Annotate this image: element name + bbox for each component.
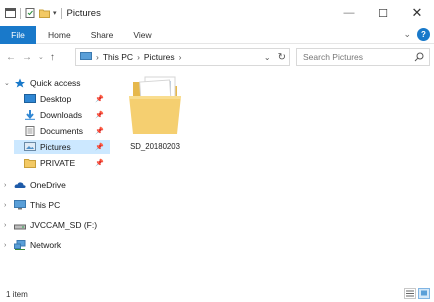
sidebar-item-label: Desktop bbox=[40, 94, 72, 104]
back-arrow-icon[interactable]: ← bbox=[6, 52, 16, 63]
tab-file[interactable]: File bbox=[0, 25, 36, 44]
downloads-icon bbox=[24, 110, 36, 120]
pin-icon[interactable]: 📌 bbox=[95, 111, 104, 119]
properties-icon[interactable] bbox=[25, 8, 36, 18]
details-view-icon[interactable] bbox=[404, 288, 416, 299]
this-pc-small-icon bbox=[80, 51, 92, 63]
title-bar: ▾ Pictures — ☐ ✕ bbox=[0, 0, 434, 26]
customize-toolbar-chevron-icon[interactable]: ▾ bbox=[53, 9, 57, 17]
file-list: SD_20180203 bbox=[113, 70, 434, 286]
sidebar-item-downloads[interactable]: Downloads 📌 bbox=[14, 108, 110, 122]
desktop-icon bbox=[24, 94, 36, 104]
breadcrumb-this-pc[interactable]: This PC bbox=[103, 52, 133, 62]
sidebar-item-pictures[interactable]: Pictures 📌 bbox=[14, 140, 110, 154]
documents-icon bbox=[24, 126, 36, 136]
expanded-chevron-icon[interactable]: ⌄ bbox=[4, 79, 14, 87]
app-window-icon bbox=[5, 8, 16, 18]
sidebar-item-label: Pictures bbox=[40, 142, 71, 152]
sidebar-item-private[interactable]: PRIVATE 📌 bbox=[14, 156, 110, 170]
close-button[interactable]: ✕ bbox=[400, 0, 434, 26]
forward-arrow-icon[interactable]: → bbox=[22, 52, 32, 63]
drive-icon bbox=[14, 220, 26, 230]
collapsed-chevron-icon[interactable]: › bbox=[4, 182, 14, 189]
sidebar-item-sd-drive[interactable]: › JVCCAM_SD (F:) bbox=[4, 218, 110, 232]
sidebar-item-onedrive[interactable]: › OneDrive bbox=[4, 178, 110, 192]
pin-icon[interactable]: 📌 bbox=[95, 127, 104, 135]
refresh-icon[interactable]: ↻ bbox=[278, 52, 286, 63]
sidebar-item-desktop[interactable]: Desktop 📌 bbox=[14, 92, 110, 106]
ribbon-tabs: File Home Share View ⌄ ? bbox=[0, 25, 434, 44]
large-icons-view-icon[interactable] bbox=[418, 288, 430, 299]
sidebar-item-label: JVCCAM_SD (F:) bbox=[30, 220, 98, 230]
search-icon bbox=[414, 52, 424, 64]
help-icon[interactable]: ? bbox=[417, 28, 430, 41]
new-folder-icon[interactable] bbox=[39, 8, 50, 18]
maximize-button[interactable]: ☐ bbox=[366, 0, 400, 26]
recent-locations-chevron-icon[interactable]: ⌄ bbox=[38, 53, 44, 61]
tab-home[interactable]: Home bbox=[36, 30, 81, 40]
onedrive-cloud-icon bbox=[14, 180, 26, 190]
address-dropdown-chevron-icon[interactable]: ⌄ bbox=[264, 53, 271, 62]
sidebar-item-label: This PC bbox=[30, 200, 61, 210]
collapsed-chevron-icon[interactable]: › bbox=[4, 202, 14, 209]
collapsed-chevron-icon[interactable]: › bbox=[4, 242, 14, 249]
network-icon bbox=[14, 240, 26, 250]
pictures-icon bbox=[24, 142, 36, 152]
pin-icon[interactable]: 📌 bbox=[95, 159, 104, 167]
folder-icon bbox=[24, 158, 36, 168]
sidebar-item-label: Quick access bbox=[30, 78, 81, 88]
breadcrumb-pictures[interactable]: Pictures bbox=[144, 52, 175, 62]
folder-name: SD_20180203 bbox=[130, 142, 180, 151]
minimize-button[interactable]: — bbox=[332, 0, 366, 26]
sidebar-item-this-pc[interactable]: › This PC bbox=[4, 198, 110, 212]
item-count: 1 item bbox=[6, 289, 28, 299]
sidebar-item-label: OneDrive bbox=[30, 180, 66, 190]
window-title: Pictures bbox=[66, 7, 101, 19]
sidebar-item-label: Network bbox=[30, 240, 62, 250]
pin-icon[interactable]: 📌 bbox=[95, 143, 104, 151]
sidebar-item-label: Downloads bbox=[40, 110, 83, 120]
quick-access-toolbar: ▾ bbox=[0, 7, 63, 19]
star-icon bbox=[14, 78, 26, 88]
tab-view[interactable]: View bbox=[123, 30, 161, 40]
sidebar-item-quick-access[interactable]: ⌄ Quick access bbox=[4, 76, 110, 90]
tab-share[interactable]: Share bbox=[81, 30, 124, 40]
address-row: ← → ⌄ ↑ › This PC › Pictures › ⌄ ↻ Searc… bbox=[0, 46, 434, 68]
search-input[interactable]: Search Pictures bbox=[296, 48, 430, 66]
large-folder-icon bbox=[129, 76, 181, 134]
sidebar-item-label: Documents bbox=[40, 126, 83, 136]
computer-icon bbox=[14, 200, 26, 210]
sidebar-item-network[interactable]: › Network bbox=[4, 238, 110, 252]
expand-ribbon-chevron-icon[interactable]: ⌄ bbox=[403, 29, 411, 40]
pin-icon[interactable]: 📌 bbox=[95, 95, 104, 103]
address-bar[interactable]: › This PC › Pictures › ⌄ ↻ bbox=[75, 48, 290, 66]
sidebar-item-documents[interactable]: Documents 📌 bbox=[14, 124, 110, 138]
search-placeholder: Search Pictures bbox=[303, 52, 363, 62]
sidebar-item-label: PRIVATE bbox=[40, 158, 76, 168]
folder-tile[interactable]: SD_20180203 bbox=[119, 72, 191, 156]
collapsed-chevron-icon[interactable]: › bbox=[4, 222, 14, 229]
up-arrow-icon[interactable]: ↑ bbox=[50, 52, 55, 63]
navigation-pane: ⌄ Quick access Desktop 📌 Downloads 📌 Doc… bbox=[0, 70, 113, 286]
status-bar: 1 item bbox=[0, 286, 434, 302]
